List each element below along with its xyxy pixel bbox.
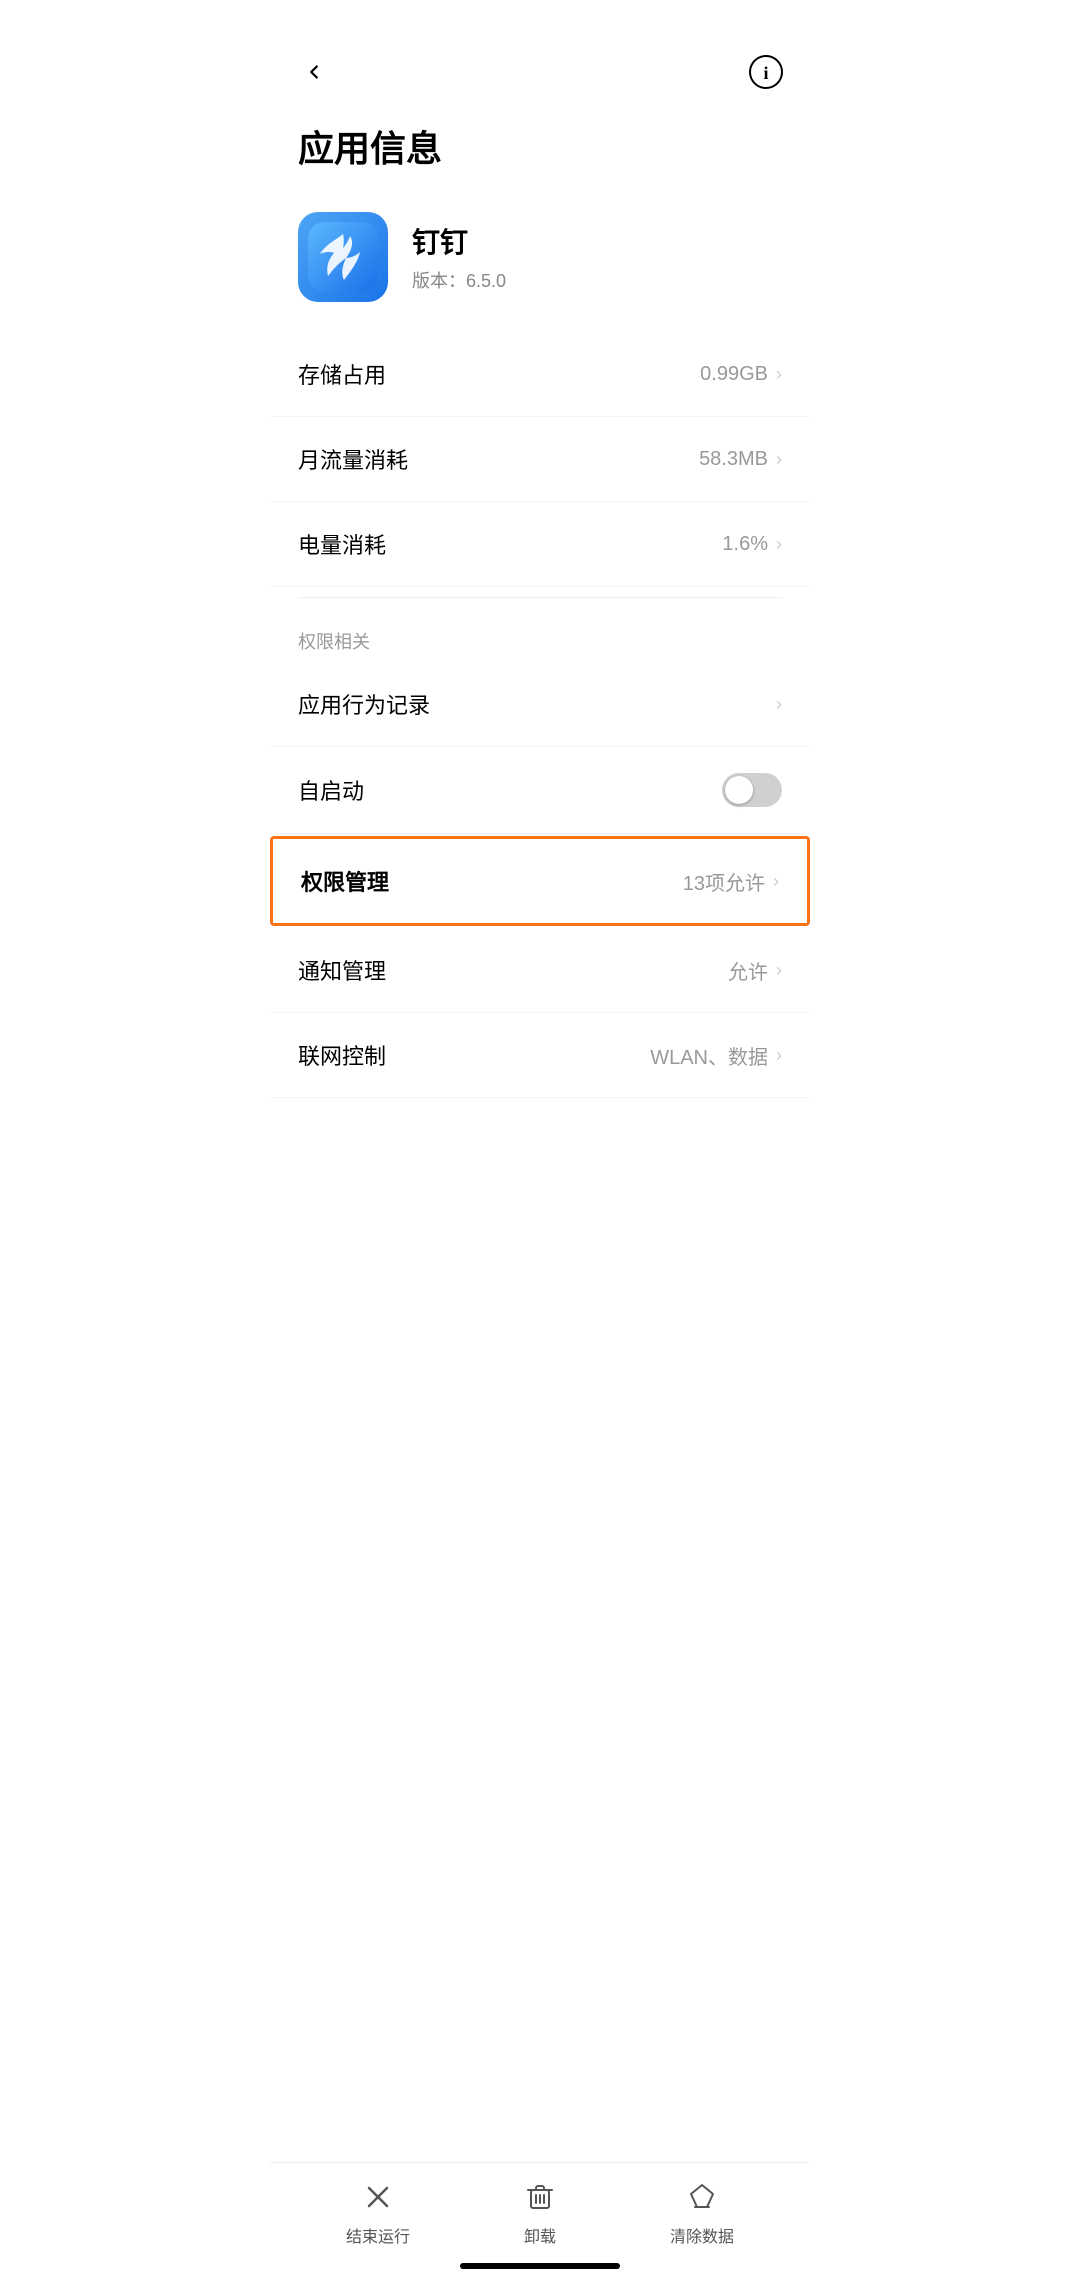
page-title: 应用信息 [270,100,810,202]
chevron-right-icon: › [776,960,782,981]
chevron-right-icon: › [776,1045,782,1066]
app-info-section: 钉钉 版本：6.5.0 [270,202,810,332]
chevron-right-icon: › [776,694,782,715]
eraser-icon [684,2179,720,2215]
permissions-section-label: 权限相关 [270,608,810,662]
bottom-action-bar: 结束运行 卸载 清除数据 [270,2162,810,2277]
chevron-right-icon: › [776,534,782,555]
trash-icon [522,2179,558,2215]
section-divider [298,597,782,598]
app-version: 版本：6.5.0 [412,267,506,293]
auto-start-toggle[interactable] [722,773,782,807]
permission-management-item[interactable]: 权限管理 13项允许 › [273,839,807,923]
behavior-log-item[interactable]: 应用行为记录 › [270,662,810,747]
home-indicator [460,2263,620,2269]
svg-text:i: i [763,63,768,83]
chevron-right-icon: › [773,871,779,892]
storage-item[interactable]: 存储占用 0.99GB › [270,332,810,417]
notification-management-item[interactable]: 通知管理 允许 › [270,928,810,1013]
auto-start-item[interactable]: 自启动 [270,747,810,834]
highlighted-permission-container: 权限管理 13项允许 › [270,836,810,926]
info-button[interactable]: i [746,52,786,92]
uninstall-button[interactable]: 卸载 [522,2179,558,2247]
back-button[interactable] [294,52,334,92]
chevron-right-icon: › [776,364,782,385]
app-icon [298,212,388,302]
clear-data-label: 清除数据 [670,2223,734,2247]
battery-item[interactable]: 电量消耗 1.6% › [270,502,810,587]
network-control-item[interactable]: 联网控制 WLAN、数据 › [270,1013,810,1098]
data-usage-item[interactable]: 月流量消耗 58.3MB › [270,417,810,502]
uninstall-label: 卸载 [524,2223,556,2247]
end-process-label: 结束运行 [346,2223,410,2247]
end-process-button[interactable]: 结束运行 [346,2179,410,2247]
close-x-icon [360,2179,396,2215]
app-name: 钉钉 [412,221,506,261]
chevron-right-icon: › [776,449,782,470]
clear-data-button[interactable]: 清除数据 [670,2179,734,2247]
